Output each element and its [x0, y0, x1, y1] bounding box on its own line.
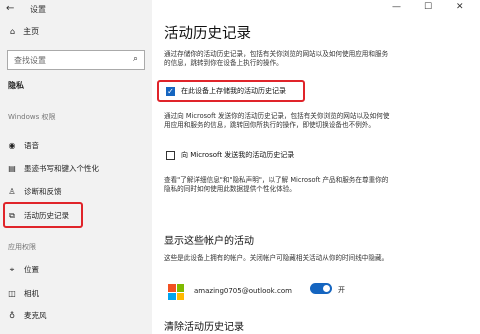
window-title: 设置 — [30, 5, 46, 14]
send-history-checkbox[interactable]: 向 Microsoft 发送我的活动历史记录 — [166, 150, 294, 160]
store-history-checkbox[interactable]: ✓ 在此设备上存储我的活动历史记录 — [166, 86, 286, 96]
checkbox-checked-icon[interactable]: ✓ — [166, 86, 175, 96]
toggle-knob — [323, 285, 330, 292]
send-history-text: 通过向 Microsoft 发送你的活动历史记录，包括有关你浏览的网站以及如何使… — [164, 112, 390, 129]
sidebar-item-label: 语音 — [24, 141, 39, 150]
page-title: 活动历史记录 — [164, 26, 251, 42]
microsoft-logo-icon — [168, 284, 184, 300]
history-icon: ⧉ — [9, 210, 15, 220]
title-bar: ← 设置 — [0, 0, 152, 18]
sidebar-item-label: 位置 — [24, 265, 39, 274]
home-label: 主页 — [23, 27, 40, 36]
section-title: 隐私 — [8, 81, 24, 90]
camera-icon: ◫ — [8, 289, 16, 298]
sidebar: ← 设置 ⌂ 主页 查找设置 ⌕ 隐私 Windows 权限 ◉ 语音 ▤ 墨迹… — [0, 0, 152, 334]
send-history-label: 向 Microsoft 发送我的活动历史记录 — [181, 151, 295, 159]
privacy-text: 查看"了解详细信息"和"隐私声明"，以了解 Microsoft 产品和服务在尊重… — [164, 176, 389, 193]
close-icon[interactable]: ✕ — [456, 2, 464, 12]
account-email: amazing0705@outlook.com — [194, 287, 292, 295]
toggle-label: 开 — [338, 286, 345, 294]
location-icon: ⌖ — [9, 264, 15, 274]
store-history-label: 在此设备上存储我的活动历史记录 — [181, 87, 286, 95]
sidebar-item-microphone[interactable]: ♁ 麦克风 — [8, 310, 47, 321]
home-icon: ⌂ — [10, 27, 16, 36]
account-toggle[interactable] — [310, 283, 332, 294]
intro-text: 通过存储你的活动历史记录，包括有关你浏览的网站以及如何使用应用和服务的信息，跳转… — [164, 50, 389, 67]
sidebar-item-label: 麦克风 — [24, 311, 47, 320]
accounts-description: 这些是此设备上拥有的帐户。关闭帐户可隐藏相关活动从你的时间线中隐藏。 — [164, 254, 389, 262]
group-label-app-permissions: 应用权限 — [8, 243, 36, 251]
sidebar-item-activity-history[interactable]: ⧉ 活动历史记录 — [8, 210, 69, 221]
accounts-section-title: 显示这些帐户的活动 — [164, 236, 254, 247]
microphone-icon: ♁ — [9, 311, 15, 320]
maximize-icon[interactable]: ☐ — [424, 2, 432, 12]
pen-icon: ▤ — [8, 164, 16, 173]
home-nav-item[interactable]: ⌂ 主页 — [10, 26, 39, 37]
back-arrow-icon[interactable]: ← — [6, 3, 14, 14]
search-icon: ⌕ — [132, 54, 138, 64]
minimize-icon[interactable]: — — [392, 2, 401, 12]
sidebar-item-label: 诊断和反馈 — [24, 187, 62, 196]
sidebar-item-location[interactable]: ⌖ 位置 — [8, 264, 39, 275]
checkbox-unchecked-icon[interactable] — [166, 150, 175, 160]
sidebar-item-label: 活动历史记录 — [24, 211, 69, 220]
sidebar-item-label: 相机 — [24, 289, 39, 298]
clear-history-title: 清除活动历史记录 — [164, 322, 244, 333]
sidebar-item-camera[interactable]: ◫ 相机 — [8, 288, 39, 299]
sidebar-item-speech[interactable]: ◉ 语音 — [8, 140, 40, 151]
feedback-icon: ♙ — [8, 187, 16, 196]
search-placeholder: 查找设置 — [14, 56, 46, 65]
search-input[interactable]: 查找设置 ⌕ — [7, 50, 145, 70]
sidebar-item-inking[interactable]: ▤ 墨迹书写和键入个性化 — [8, 163, 99, 174]
sidebar-item-diagnostics[interactable]: ♙ 诊断和反馈 — [8, 186, 62, 197]
group-label-windows-permissions: Windows 权限 — [8, 113, 56, 121]
main-panel: — ☐ ✕ 活动历史记录 通过存储你的活动历史记录，包括有关你浏览的网站以及如何… — [152, 0, 480, 334]
sidebar-item-label: 墨迹书写和键入个性化 — [24, 164, 99, 173]
speech-icon: ◉ — [8, 141, 16, 150]
